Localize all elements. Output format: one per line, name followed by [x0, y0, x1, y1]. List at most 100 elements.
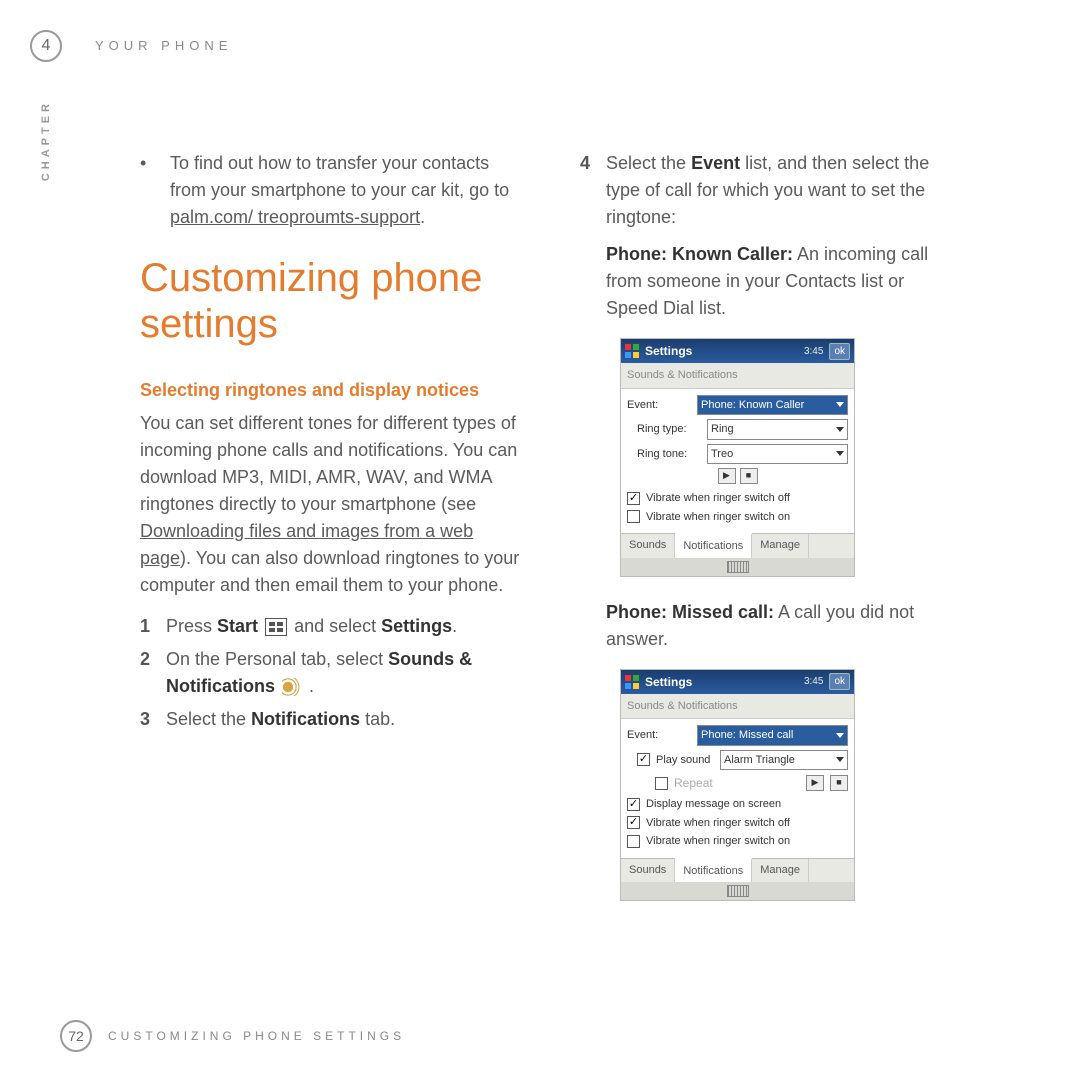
sound-value: Alarm Triangle: [724, 752, 795, 769]
ring-tone-value: Treo: [711, 446, 733, 463]
chevron-down-icon: [836, 402, 844, 407]
screenshot-known-caller: Settings 3:45 ok Sounds & Notifications …: [620, 338, 855, 577]
step-number: 1: [140, 613, 166, 640]
intro-post: ). You can also download ringtones to yo…: [140, 548, 519, 595]
ring-type-value: Ring: [711, 421, 734, 438]
tab-bar: Sounds Notifications Manage: [621, 533, 854, 558]
known-caller-label: Phone: Known Caller:: [606, 244, 793, 264]
step4-pre: Select the: [606, 153, 691, 173]
event-dropdown[interactable]: Phone: Known Caller: [697, 395, 848, 416]
page-footer: 72 CUSTOMIZING PHONE SETTINGS: [60, 1020, 405, 1052]
step1-end: .: [452, 616, 457, 636]
tab-notifications[interactable]: Notifications: [675, 533, 752, 558]
support-link[interactable]: palm.com/ treoproumts-support: [170, 207, 420, 227]
chevron-down-icon: [836, 427, 844, 432]
right-column: 4 Select the Event list, and then select…: [580, 150, 960, 923]
display-message-label: Display message on screen: [646, 796, 781, 813]
status-time: 3:45: [804, 674, 823, 689]
ok-button[interactable]: ok: [829, 673, 850, 690]
windows-flag-icon: [625, 344, 639, 358]
windows-flag-icon: [625, 675, 639, 689]
step1-text: Press: [166, 616, 217, 636]
window-subtitle: Sounds & Notifications: [621, 694, 854, 720]
bullet-text-post: .: [420, 207, 425, 227]
bullet-text-pre: To find out how to transfer your contact…: [170, 153, 509, 200]
footer-section-label: CUSTOMIZING PHONE SETTINGS: [108, 1029, 405, 1043]
play-button[interactable]: ▶: [806, 775, 824, 791]
step-number: 3: [140, 706, 166, 733]
screenshot-missed-call: Settings 3:45 ok Sounds & Notifications …: [620, 669, 855, 902]
step1-mid: and select: [294, 616, 381, 636]
repeat-checkbox[interactable]: [655, 777, 668, 790]
ok-button[interactable]: ok: [829, 343, 850, 360]
event-label: Event:: [627, 397, 691, 414]
intro-pre: You can set different tones for differen…: [140, 413, 517, 514]
vibrate-on-checkbox[interactable]: [627, 510, 640, 523]
left-column: • To find out how to transfer your conta…: [140, 150, 520, 739]
ring-type-dropdown[interactable]: Ring: [707, 419, 848, 440]
intro-paragraph: You can set different tones for differen…: [140, 410, 520, 599]
sound-dropdown[interactable]: Alarm Triangle: [720, 750, 848, 771]
step3-pre: Select the: [166, 709, 251, 729]
tab-manage[interactable]: Manage: [752, 859, 809, 883]
subsection-heading: Selecting ringtones and display notices: [140, 377, 520, 404]
bullet-item: • To find out how to transfer your conta…: [140, 150, 520, 231]
tab-notifications[interactable]: Notifications: [675, 858, 752, 883]
window-title: Settings: [645, 342, 692, 360]
numbered-steps: 1 Press Start and select Settings. 2 On …: [140, 613, 520, 733]
step3-end: tab.: [360, 709, 395, 729]
step1-start: Start: [217, 616, 258, 636]
missed-call-label: Phone: Missed call:: [606, 602, 774, 622]
window-title: Settings: [645, 673, 692, 691]
vibrate-off-checkbox[interactable]: [627, 816, 640, 829]
repeat-label: Repeat: [674, 774, 713, 792]
vibrate-on-checkbox[interactable]: [627, 835, 640, 848]
known-caller-desc: Phone: Known Caller: An incoming call fr…: [580, 241, 960, 322]
ring-type-label: Ring type:: [637, 421, 701, 438]
display-message-checkbox[interactable]: [627, 798, 640, 811]
step-number: 4: [580, 150, 606, 231]
tab-sounds[interactable]: Sounds: [621, 534, 675, 558]
stop-button[interactable]: ■: [740, 468, 758, 484]
play-button[interactable]: ▶: [718, 468, 736, 484]
event-value: Phone: Missed call: [701, 727, 793, 744]
step1-settings: Settings: [381, 616, 452, 636]
page-number-badge: 72: [60, 1020, 92, 1052]
chapter-side-label: CHAPTER: [40, 100, 52, 181]
stop-button[interactable]: ■: [830, 775, 848, 791]
vibrate-on-label: Vibrate when ringer switch on: [646, 833, 790, 850]
window-titlebar: Settings 3:45 ok: [621, 670, 854, 694]
status-time: 3:45: [804, 344, 823, 359]
keyboard-icon[interactable]: [727, 885, 749, 897]
sounds-notifications-icon: [282, 678, 302, 696]
missed-call-desc: Phone: Missed call: A call you did not a…: [580, 599, 960, 653]
vibrate-on-label: Vibrate when ringer switch on: [646, 509, 790, 526]
play-sound-checkbox[interactable]: [637, 753, 650, 766]
ring-tone-label: Ring tone:: [637, 446, 701, 463]
ring-tone-dropdown[interactable]: Treo: [707, 444, 848, 465]
step4-event: Event: [691, 153, 740, 173]
bullet-dot: •: [140, 150, 170, 231]
event-dropdown[interactable]: Phone: Missed call: [697, 725, 848, 746]
tab-bar: Sounds Notifications Manage: [621, 858, 854, 883]
section-heading: Customizing phone settings: [140, 255, 520, 347]
tab-manage[interactable]: Manage: [752, 534, 809, 558]
keyboard-icon[interactable]: [727, 561, 749, 573]
chevron-down-icon: [836, 757, 844, 762]
window-subtitle: Sounds & Notifications: [621, 363, 854, 389]
chapter-number-badge: 4: [30, 30, 62, 62]
step3-notifications: Notifications: [251, 709, 360, 729]
window-titlebar: Settings 3:45 ok: [621, 339, 854, 363]
header-section-label: YOUR PHONE: [95, 38, 232, 53]
event-value: Phone: Known Caller: [701, 397, 804, 414]
vibrate-off-checkbox[interactable]: [627, 492, 640, 505]
play-sound-label: Play sound: [656, 752, 714, 769]
event-label: Event:: [627, 727, 691, 744]
step-number: 2: [140, 646, 166, 700]
step2-pre: On the Personal tab, select: [166, 649, 388, 669]
vibrate-off-label: Vibrate when ringer switch off: [646, 490, 790, 507]
tab-sounds[interactable]: Sounds: [621, 859, 675, 883]
step2-end: .: [309, 676, 314, 696]
chevron-down-icon: [836, 733, 844, 738]
vibrate-off-label: Vibrate when ringer switch off: [646, 815, 790, 832]
